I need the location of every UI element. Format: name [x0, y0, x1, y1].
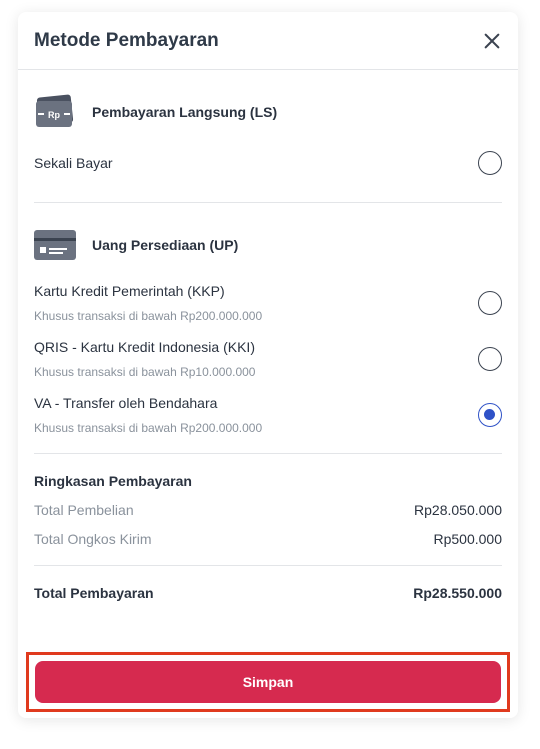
option-label: VA - Transfer oleh Bendahara: [34, 395, 218, 411]
cash-icon: Rp: [34, 94, 76, 127]
summary-value: Rp500.000: [433, 531, 502, 547]
radio-va-transfer[interactable]: [478, 403, 502, 427]
section-up-header: Uang Persediaan (UP): [34, 225, 502, 265]
summary-value: Rp28.050.000: [414, 502, 502, 518]
summary-title: Ringkasan Pembayaran: [34, 473, 192, 489]
option-kki[interactable]: QRIS - Kartu Kredit Indonesia (KKI) Khus…: [34, 339, 502, 379]
section-ls-title: Pembayaran Langsung (LS): [92, 104, 278, 120]
summary-row: Total Ongkos Kirim Rp500.000: [34, 531, 502, 547]
radio-kki[interactable]: [478, 347, 502, 371]
summary-label: Total Pembelian: [34, 502, 134, 518]
option-kkp[interactable]: Kartu Kredit Pemerintah (KKP) Khusus tra…: [34, 283, 502, 323]
modal-title: Metode Pembayaran: [34, 29, 219, 51]
total-value: Rp28.550.000: [413, 585, 502, 601]
modal-body: Rp Pembayaran Langsung (LS) Sekali Bayar: [18, 92, 518, 601]
summary-label: Total Ongkos Kirim: [34, 531, 152, 547]
divider: [34, 453, 502, 454]
summary-row: Total Pembelian Rp28.050.000: [34, 502, 502, 518]
divider: [34, 565, 502, 566]
divider: [34, 202, 502, 203]
option-label: QRIS - Kartu Kredit Indonesia (KKI): [34, 339, 255, 355]
option-note: Khusus transaksi di bawah Rp200.000.000: [34, 421, 263, 435]
option-label: Sekali Bayar: [34, 155, 113, 171]
radio-sekali-bayar[interactable]: [478, 151, 502, 175]
option-note: Khusus transaksi di bawah Rp200.000.000: [34, 309, 263, 323]
payment-method-modal: Metode Pembayaran Rp Pembayaran Langsung…: [18, 12, 518, 718]
save-button[interactable]: Simpan: [35, 661, 501, 703]
save-button-highlight: Simpan: [26, 652, 510, 712]
total-row: Total Pembayaran Rp28.550.000: [34, 585, 502, 601]
close-icon[interactable]: [482, 31, 502, 51]
card-icon: [34, 230, 76, 260]
option-note: Khusus transaksi di bawah Rp10.000.000: [34, 365, 256, 379]
option-sekali-bayar[interactable]: Sekali Bayar: [34, 148, 502, 178]
option-va-transfer[interactable]: VA - Transfer oleh Bendahara Khusus tran…: [34, 395, 502, 435]
total-label: Total Pembayaran: [34, 585, 154, 601]
option-label: Kartu Kredit Pemerintah (KKP): [34, 283, 225, 299]
modal-header: Metode Pembayaran: [18, 12, 518, 70]
rupiah-label: Rp: [48, 110, 60, 120]
section-up-title: Uang Persediaan (UP): [92, 237, 239, 253]
radio-kkp[interactable]: [478, 291, 502, 315]
section-ls-header: Rp Pembayaran Langsung (LS): [34, 92, 502, 132]
